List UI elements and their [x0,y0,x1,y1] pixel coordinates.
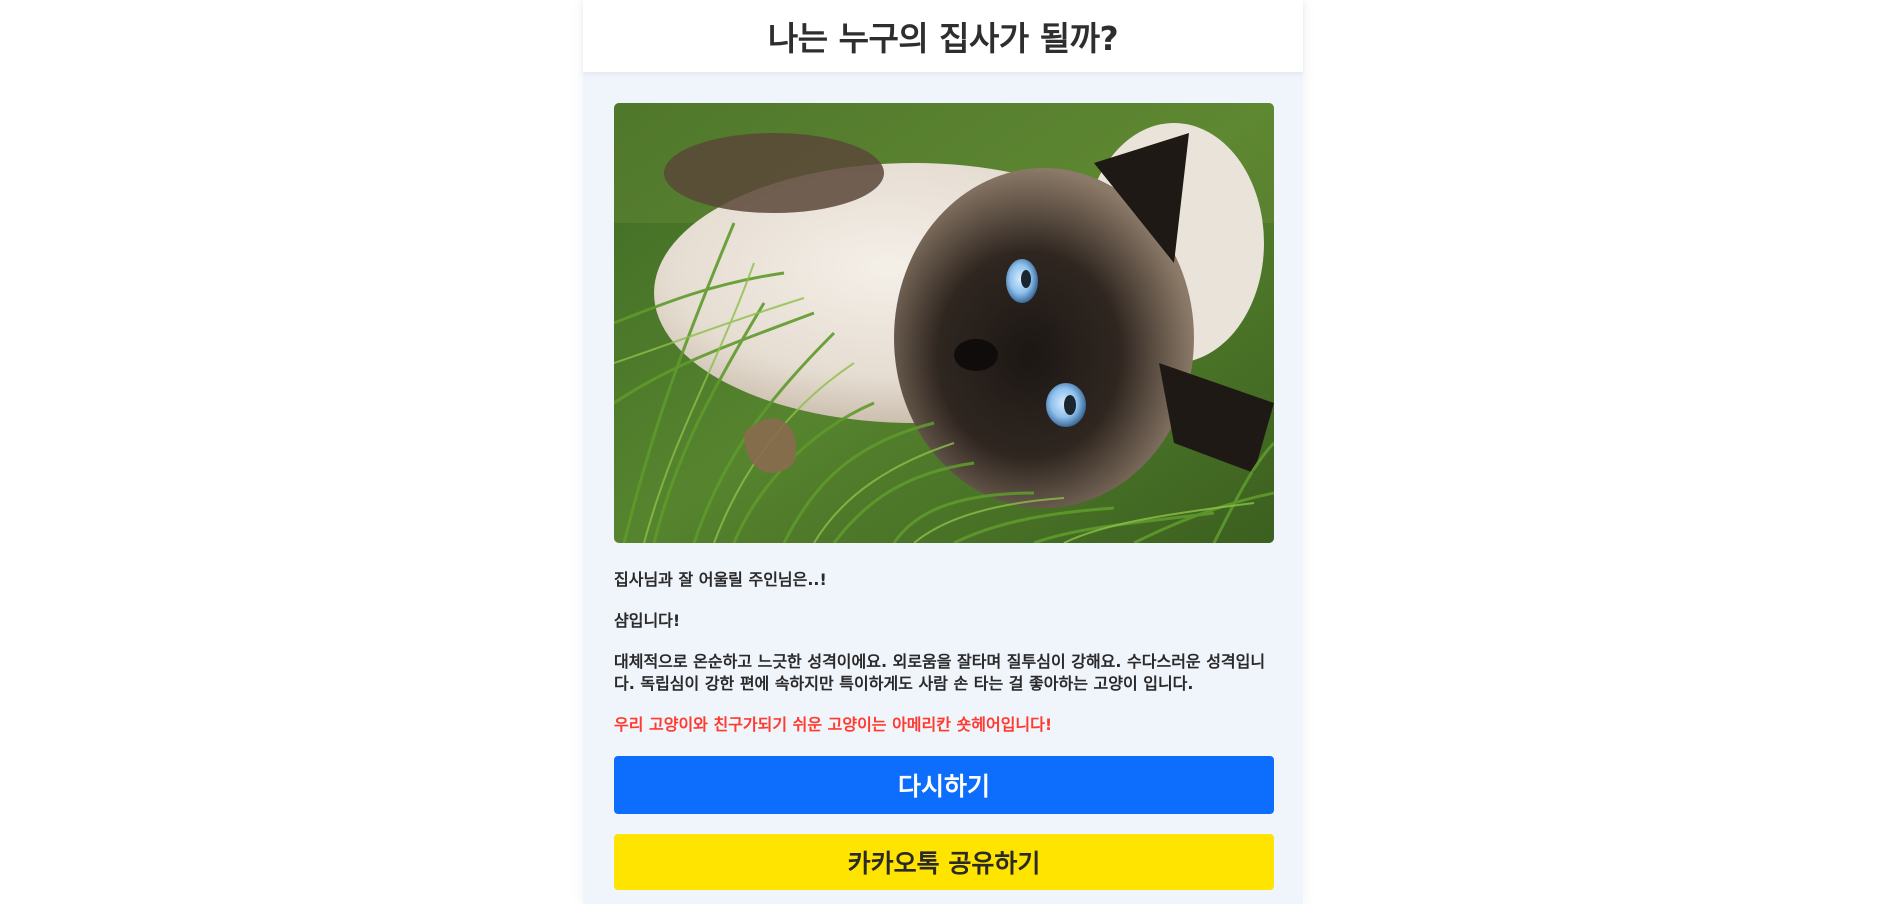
page-title: 나는 누구의 집사가 될까? [767,19,1119,58]
result-description: 대체적으로 온순하고 느긋한 성격이에요. 외로움을 잘타며 질투심이 강해요.… [614,652,1266,693]
kakao-share-button[interactable]: 카카오톡 공유하기 [614,834,1274,890]
result-breed: 샴입니다! [614,611,681,630]
app-container: 나는 누구의 집사가 될까? 집사님과 잘 어울릴 주인님은..! 샴입니다! … [583,0,1303,904]
result-friend-note: 우리 고양이와 친구가되기 쉬운 고양이는 아메리칸 숏헤어입니다! [614,715,1053,734]
header: 나는 누구의 집사가 될까? [583,0,1303,72]
result-text: 집사님과 잘 어울릴 주인님은..! 샴입니다! 대체적으로 온순하고 느긋한 … [614,569,1274,736]
result-cat-image [614,103,1274,543]
result-intro: 집사님과 잘 어울릴 주인님은..! [614,570,827,589]
result-content: 집사님과 잘 어울릴 주인님은..! 샴입니다! 대체적으로 온순하고 느긋한 … [614,103,1274,890]
retry-button[interactable]: 다시하기 [614,756,1274,814]
